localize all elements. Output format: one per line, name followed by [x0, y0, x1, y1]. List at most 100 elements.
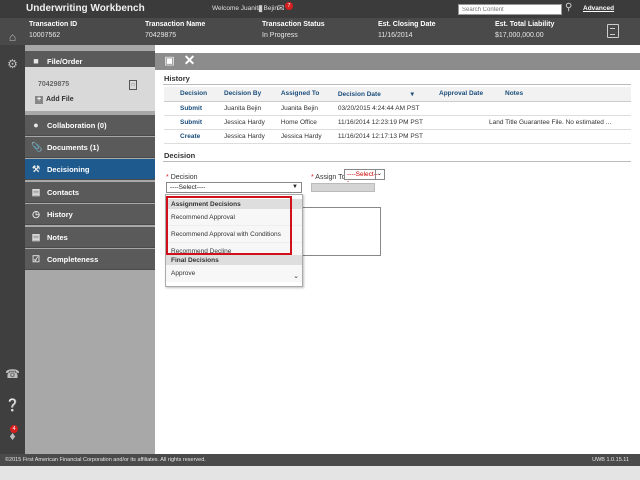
required-mark: * — [311, 174, 314, 181]
highlight-box — [166, 196, 292, 255]
decision-label: * Decision — [166, 174, 198, 181]
table-row: Submit Juanita Bejin Juanita Bejin 03/20… — [164, 101, 631, 116]
mail-icon[interactable]: ✉ — [277, 4, 285, 13]
decision-link[interactable]: Create — [164, 129, 208, 144]
column-header[interactable]: Decision Date — [321, 87, 423, 102]
search-icon[interactable]: ⚲ — [565, 3, 572, 13]
table-cell — [423, 115, 489, 130]
file-panel: 70429875 □ + Add File — [25, 67, 155, 111]
column-header[interactable]: Notes — [489, 87, 631, 102]
table-cell: Jessica Hardy — [208, 115, 265, 130]
history-divider — [163, 84, 631, 85]
bottom-strip — [0, 466, 640, 480]
close-icon[interactable]: ✕ — [183, 53, 196, 67]
transaction-status-value: In Progress — [262, 32, 298, 39]
table-cell: Juanita Bejin — [264, 101, 322, 116]
gear-icon[interactable]: ⚙ — [5, 57, 20, 72]
people-icon: ● — [33, 120, 39, 130]
help-icon[interactable]: ❔ — [5, 398, 20, 413]
welcome-text: Welcome Juanita Bejin — [212, 5, 278, 12]
dropdown-group-final: Final Decisions — [166, 255, 302, 265]
nav-history-label: History — [47, 210, 73, 219]
nav-decisioning[interactable]: ⚒ Decisioning — [25, 159, 155, 180]
top-bar: Underwriting Workbench Welcome Juanita B… — [0, 0, 640, 18]
save-icon[interactable]: ▣ — [163, 55, 176, 68]
checklist-icon: ☑ — [31, 254, 41, 264]
decision-section-title: Decision — [164, 151, 196, 160]
history-table: Decision Decision By Assigned To Decisio… — [164, 87, 631, 144]
assign-to-select[interactable]: ----Select---- ⌄ — [344, 169, 385, 185]
add-file-label: Add File — [46, 96, 74, 103]
copyright-text: ©2015 First American Financial Corporati… — [5, 457, 206, 463]
required-mark: * — [166, 174, 169, 181]
closing-date-label: Est. Closing Date — [378, 21, 436, 28]
assign-to-disabled-field — [311, 183, 375, 192]
notes-icon: ▤ — [31, 232, 41, 242]
nav-documents[interactable]: 📎 Documents (1) — [25, 137, 155, 158]
column-header[interactable]: Assigned To — [264, 87, 322, 102]
app-title: Underwriting Workbench — [26, 3, 145, 14]
transaction-status-label: Transaction Status — [262, 21, 325, 28]
liability-label: Est. Total Liability — [495, 21, 555, 28]
nav-file-order-label: File/Order — [47, 57, 83, 66]
chevron-down-icon[interactable]: ⌄ — [293, 272, 299, 280]
table-cell: Land Title Guarantee File. No estimated … — [489, 115, 631, 130]
version-text: UWB 1.0.15.11 — [592, 457, 629, 463]
phone-icon[interactable]: ☎ — [5, 367, 20, 382]
closing-date-value: 11/16/2014 — [378, 32, 413, 39]
assign-to-label-text: Assign To: — [315, 174, 348, 181]
nav-completeness-label: Completeness — [47, 255, 99, 264]
nav-documents-label: Documents (1) — [47, 143, 100, 152]
file-id[interactable]: 70429875 — [38, 81, 69, 88]
advanced-search-link[interactable]: Advanced — [583, 5, 614, 12]
nav-contacts-label: Contacts — [47, 188, 80, 197]
nav-collaboration-label: Collaboration (0) — [47, 121, 107, 130]
transaction-id-value: 10007562 — [29, 32, 61, 39]
column-header[interactable]: Decision — [164, 87, 208, 102]
toolbar: ▣ ✕ — [155, 53, 640, 70]
transaction-id-field: Transaction ID 10007562 — [29, 21, 77, 39]
history-section-title: History — [164, 74, 190, 83]
assign-to-label: * Assign To: — [311, 174, 347, 181]
document-icon[interactable] — [607, 24, 619, 38]
nav-completeness[interactable]: ☑ Completeness — [25, 249, 155, 270]
option-approve[interactable]: Approve — [166, 265, 302, 282]
column-header[interactable]: Approval Date — [423, 87, 489, 102]
nav-decisioning-label: Decisioning — [47, 165, 90, 174]
transaction-header: Transaction ID 10007562 Transaction Name… — [0, 18, 640, 45]
nav-notes[interactable]: ▤ Notes — [25, 227, 155, 248]
decision-link[interactable]: Submit — [164, 115, 208, 130]
closing-date-field: Est. Closing Date 11/16/2014 — [378, 21, 436, 39]
nav-collaboration[interactable]: ● Collaboration (0) — [25, 115, 155, 136]
table-cell — [423, 129, 489, 144]
table-cell: Jessica Hardy — [264, 129, 322, 144]
table-cell: 11/16/2014 12:23:19 PM PST — [321, 115, 423, 130]
comments-textarea[interactable] — [301, 207, 381, 256]
table-header-row: Decision Decision By Assigned To Decisio… — [164, 87, 631, 102]
table-cell: Jessica Hardy — [208, 129, 265, 144]
folder-icon: ■ — [33, 56, 39, 66]
home-icon[interactable]: ⌂ — [5, 30, 20, 45]
decision-link[interactable]: Submit — [164, 101, 208, 116]
left-rail: ⌂ ⚙ ☎ ❔ ♦ 4 — [0, 30, 25, 454]
transaction-status-field: Transaction Status In Progress — [262, 21, 325, 39]
bookmark-icon[interactable]: ▮ — [258, 4, 263, 13]
table-cell — [489, 101, 631, 116]
nav-history[interactable]: ◷ History — [25, 204, 155, 225]
column-header[interactable]: Decision By — [208, 87, 265, 102]
table-cell: Juanita Bejin — [208, 101, 265, 116]
decision-select[interactable]: ----Select---- ▼ — [166, 182, 302, 193]
table-cell: 11/16/2014 12:17:13 PM PST — [321, 129, 423, 144]
table-cell: Home Office — [264, 115, 322, 130]
table-row: Submit Jessica Hardy Home Office 11/16/2… — [164, 115, 631, 130]
nav-notes-label: Notes — [47, 233, 68, 242]
contact-card-icon: ▤ — [31, 187, 41, 197]
mail-badge: 7 — [285, 2, 293, 10]
pdf-icon[interactable]: □ — [129, 80, 137, 90]
search-input[interactable] — [458, 4, 562, 15]
transaction-id-label: Transaction ID — [29, 21, 78, 28]
paperclip-icon: 📎 — [31, 142, 43, 152]
add-file-button[interactable]: + Add File — [35, 96, 74, 104]
chevron-down-icon: ▼ — [292, 184, 298, 190]
nav-contacts[interactable]: ▤ Contacts — [25, 182, 155, 203]
